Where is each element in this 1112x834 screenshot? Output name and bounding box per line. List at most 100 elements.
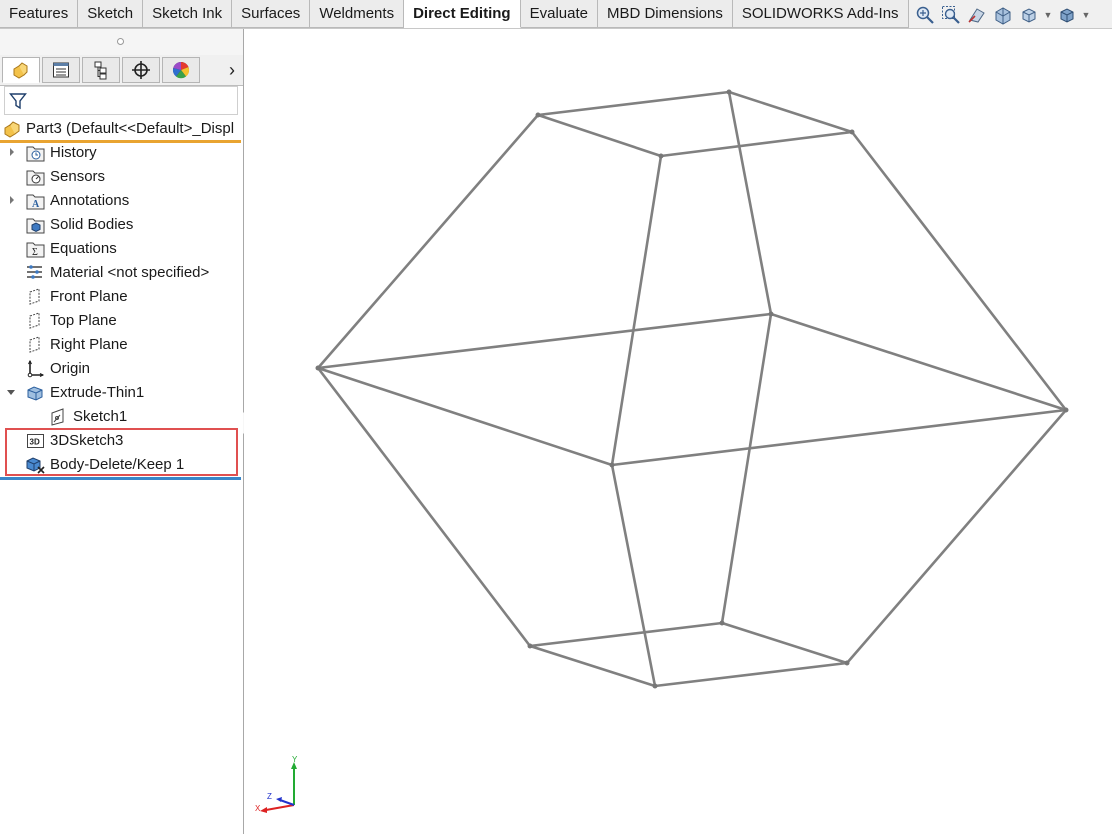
sensors-icon (26, 170, 45, 186)
svg-text:Σ: Σ (32, 247, 38, 258)
tree-item-material[interactable]: Material <not specified> (0, 261, 241, 285)
model-edge (720, 312, 773, 625)
model-vertex (535, 112, 541, 118)
plane-icon (29, 336, 40, 353)
model-edge (769, 312, 1068, 412)
tree-item-solid-bodies[interactable]: Solid Bodies (0, 213, 241, 237)
panel-tab-strip: › (0, 55, 243, 86)
triad-z-label: Z (267, 792, 272, 801)
model-vertex (658, 153, 664, 159)
tab-surfaces[interactable]: Surfaces (232, 0, 311, 28)
configuration-manager-icon[interactable] (82, 57, 120, 83)
plane-icon (29, 288, 40, 305)
solid-bodies-icon (26, 218, 45, 234)
model-vertex (527, 643, 533, 649)
tree-filter-input[interactable] (4, 86, 238, 115)
svg-text:A: A (32, 199, 40, 210)
tab-evaluate[interactable]: Evaluate (520, 0, 598, 28)
model-edge (727, 90, 854, 134)
model-edge (610, 463, 657, 688)
tree-item-front-plane[interactable]: Front Plane (0, 285, 241, 309)
feature-manager-icon[interactable] (2, 57, 40, 83)
chevron-right-icon[interactable]: › (224, 59, 240, 81)
tab-sketch[interactable]: Sketch (78, 0, 144, 28)
model-edge (659, 130, 854, 158)
model-edge (727, 90, 773, 316)
part-icon (4, 121, 20, 138)
model-vertex (1063, 407, 1069, 413)
grip-dot (117, 38, 124, 45)
tree-item-annotations[interactable]: A Annotations (0, 189, 241, 213)
tree-item-sensors[interactable]: Sensors (0, 165, 241, 189)
tab-direct-editing[interactable]: Direct Editing (404, 0, 521, 28)
rollback-bar[interactable] (0, 477, 241, 480)
graphics-area[interactable]: Y X Z (244, 29, 1112, 834)
command-manager-tabbar: Features Sketch Sketch Ink Surfaces Weld… (0, 0, 1112, 29)
history-folder-icon (26, 146, 45, 162)
expand-arrow-icon[interactable] (7, 195, 17, 205)
model-edge (316, 312, 773, 370)
triad-y-label: Y (292, 755, 298, 764)
model-vertex (652, 683, 658, 689)
model-vertex (849, 129, 855, 135)
tree-item-extrude-thin1[interactable]: Extrude-Thin1 (0, 381, 241, 405)
part-root-label: Part3 (Default<<Default>_Displ (26, 120, 235, 137)
tree-item-equations[interactable]: Σ Equations (0, 237, 241, 261)
display-manager-icon[interactable] (162, 57, 200, 83)
tree-item-right-plane[interactable]: Right Plane (0, 333, 241, 357)
previous-view-icon[interactable] (966, 4, 988, 26)
view-orientation-icon[interactable] (1018, 4, 1040, 26)
model-edge (653, 661, 849, 688)
wireframe-model[interactable] (244, 29, 1112, 834)
model-edge (536, 113, 663, 158)
model-edge (610, 408, 1068, 467)
annotations-icon: A (26, 194, 45, 210)
section-view-icon[interactable] (992, 4, 1014, 26)
model-edge (316, 366, 614, 467)
chevron-down-icon[interactable]: ▼ (1082, 4, 1091, 26)
heads-up-view-toolbar: ▼ ▼ (914, 4, 1090, 26)
collapse-arrow-icon[interactable] (6, 387, 16, 397)
model-vertex (719, 620, 725, 626)
tree-item-sketch1[interactable]: Sketch1 (0, 405, 241, 429)
extrude-icon (27, 386, 43, 401)
tree-item-top-plane[interactable]: Top Plane (0, 309, 241, 333)
part-root-node[interactable]: Part3 (Default<<Default>_Displ (0, 118, 241, 140)
model-edge (845, 408, 1068, 665)
tree-item-history[interactable]: History (0, 141, 241, 165)
material-icon (27, 265, 42, 279)
property-manager-icon[interactable] (42, 57, 80, 83)
zoom-to-area-icon[interactable] (940, 4, 962, 26)
dimxpert-manager-icon[interactable] (122, 57, 160, 83)
tab-features[interactable]: Features (0, 0, 79, 28)
triad-x-label: X (255, 804, 261, 813)
model-edge (850, 130, 1068, 412)
feature-manager-panel: › Part3 (Default<<Default>_Displ History… (0, 29, 244, 834)
model-vertex (726, 89, 732, 95)
zoom-to-fit-icon[interactable] (914, 4, 936, 26)
plane-icon (29, 312, 40, 329)
tab-mbd-dimensions[interactable]: MBD Dimensions (597, 0, 733, 28)
model-vertex (768, 311, 774, 317)
tab-sketch-ink[interactable]: Sketch Ink (143, 0, 233, 28)
model-edge (536, 90, 731, 117)
display-style-icon[interactable] (1056, 4, 1078, 26)
panel-grip[interactable] (0, 29, 243, 56)
expand-arrow-icon[interactable] (7, 147, 17, 157)
highlight-box (5, 428, 238, 476)
model-edge (720, 621, 849, 665)
filter-icon (9, 93, 27, 110)
model-edge (316, 113, 540, 370)
model-edge (316, 366, 532, 648)
chevron-down-icon[interactable]: ▼ (1044, 4, 1053, 26)
origin-icon (27, 360, 45, 378)
model-edge (528, 644, 657, 688)
model-vertex (315, 365, 321, 371)
tree-item-origin[interactable]: Origin (0, 357, 241, 381)
model-vertex (609, 462, 615, 468)
equations-icon: Σ (26, 242, 45, 258)
reference-triad: Y X Z (255, 755, 298, 813)
model-edge (610, 154, 663, 467)
tab-weldments[interactable]: Weldments (310, 0, 405, 28)
tab-solidworks-add-ins[interactable]: SOLIDWORKS Add-Ins (732, 0, 909, 28)
